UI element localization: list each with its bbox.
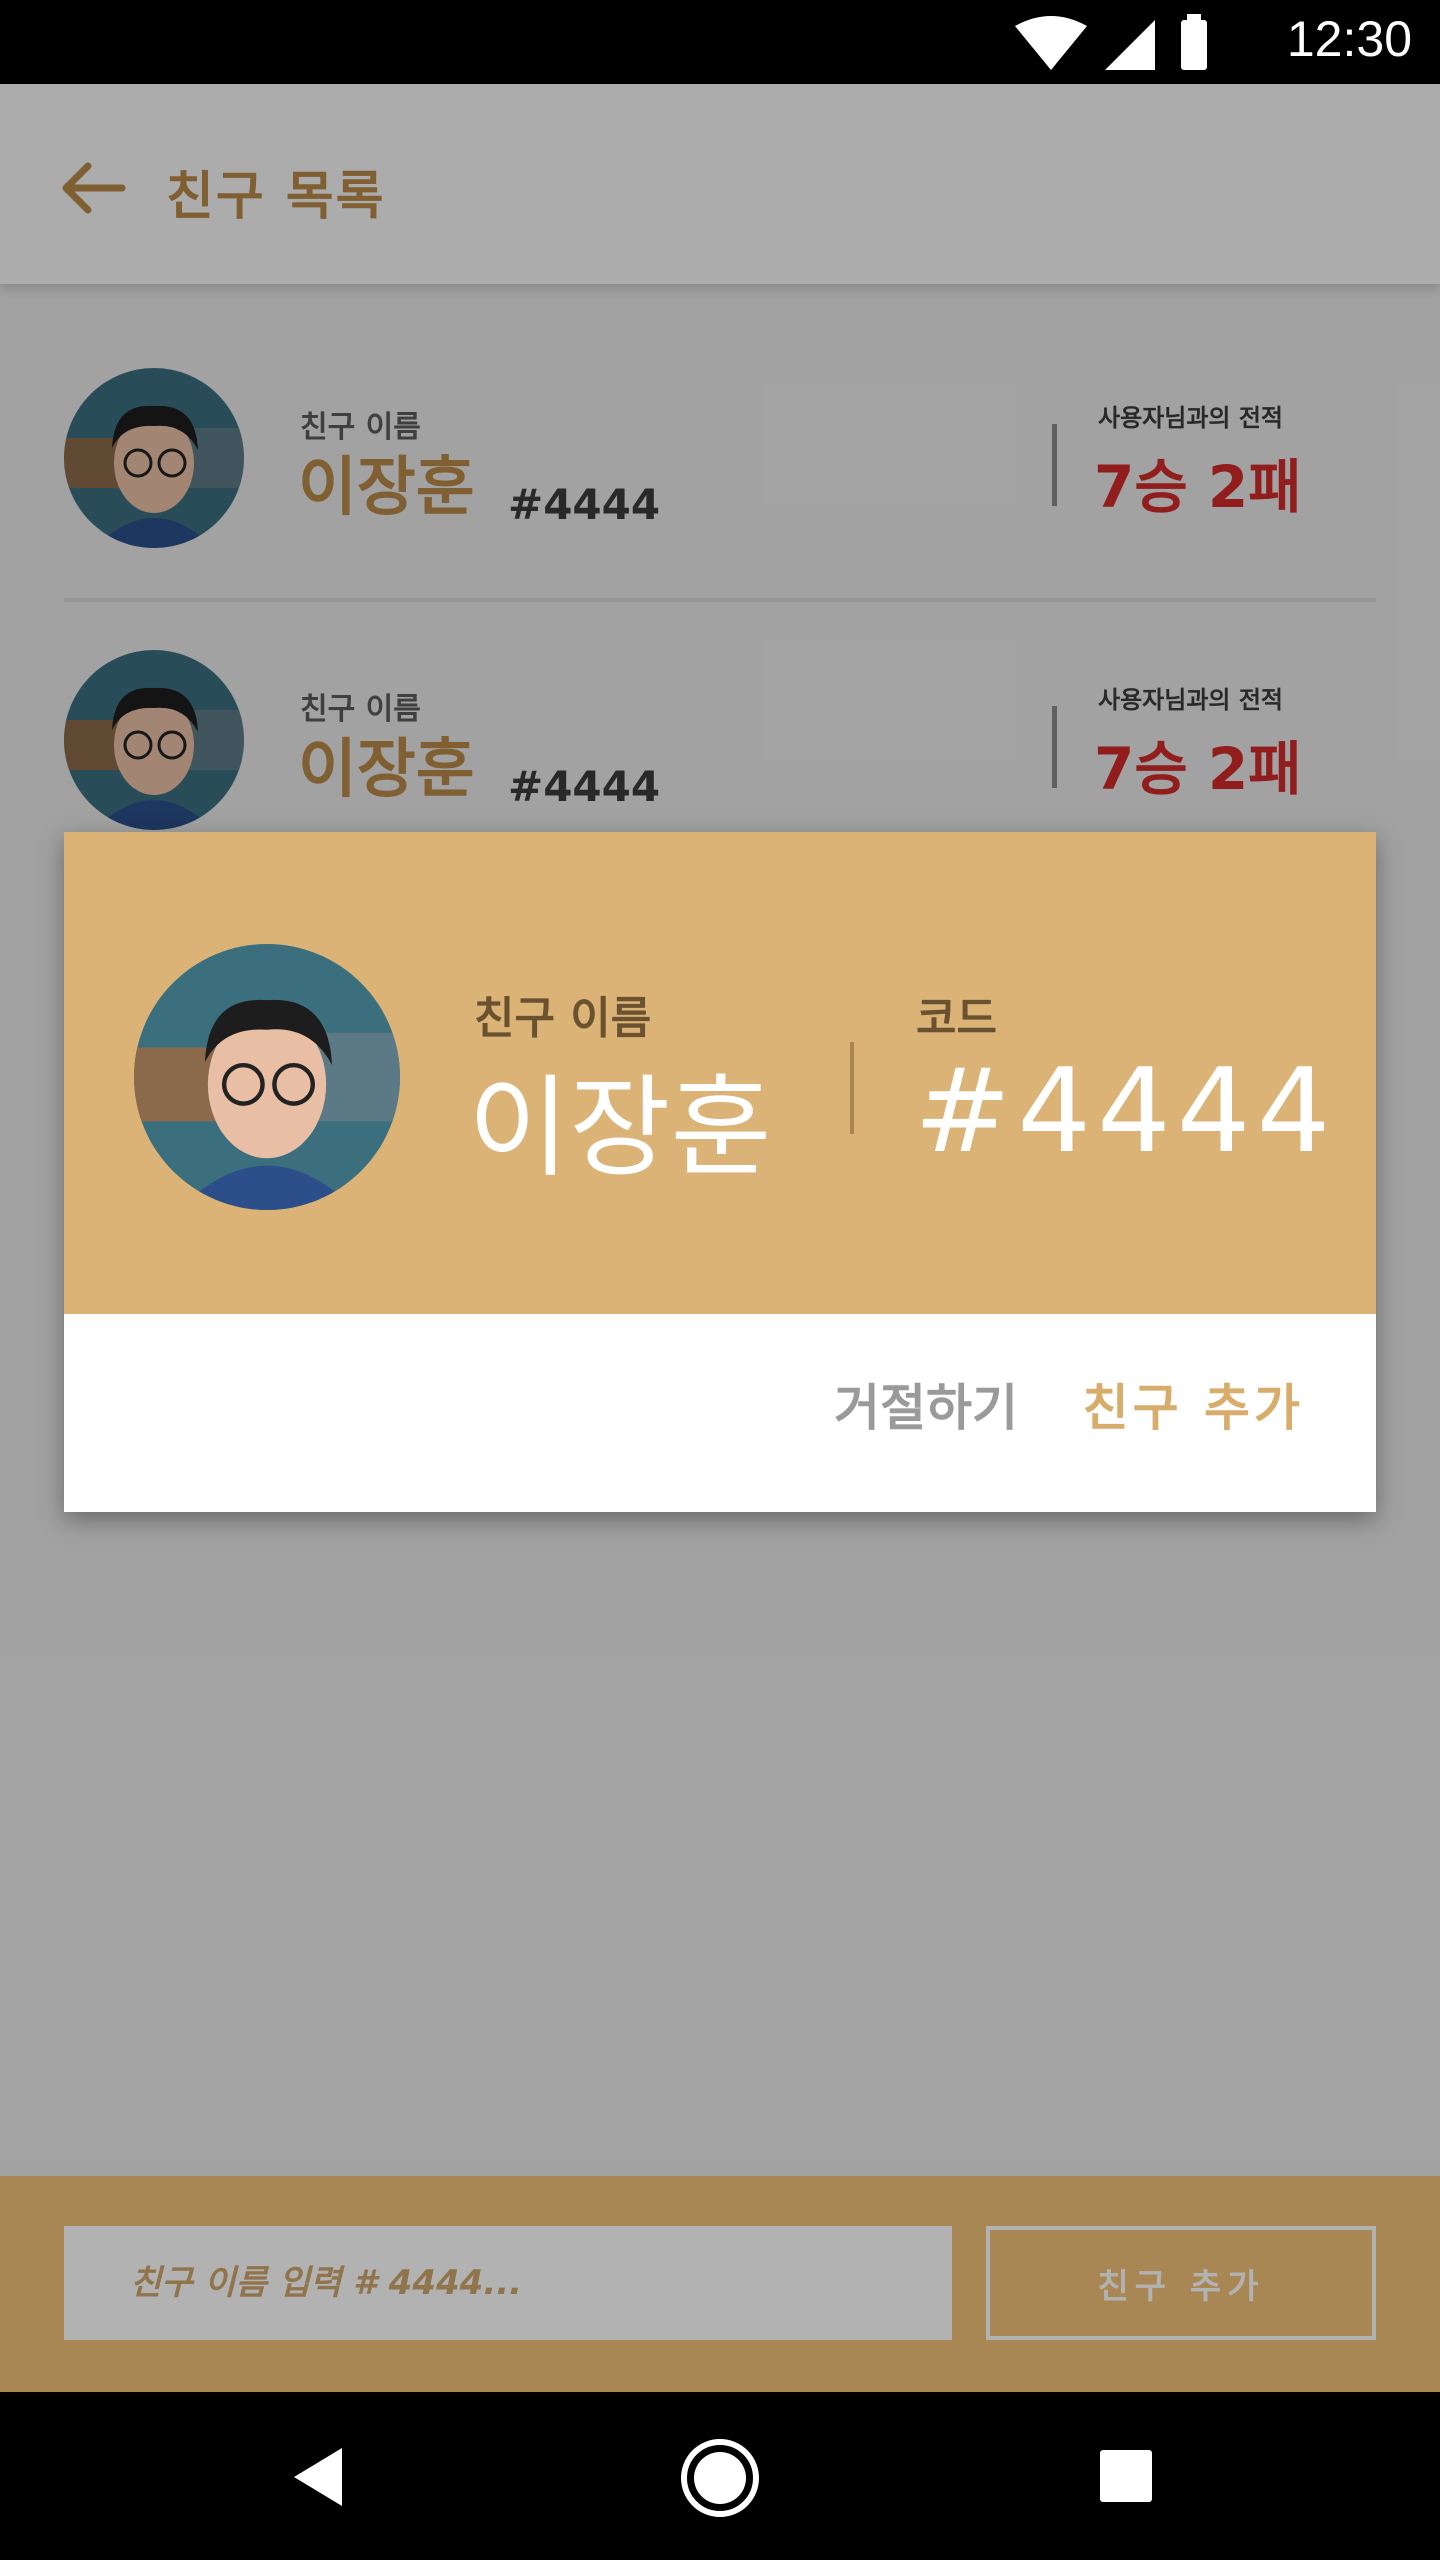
accept-friend-button[interactable]: 친구 추가: [1083, 1368, 1304, 1440]
dialog-code-label: 코드: [916, 993, 997, 1044]
friend-request-dialog: 친구 이름 이장훈 코드 #4444 거절하기 친구 추가: [64, 832, 1376, 1512]
recents-square-icon[interactable]: [1098, 2448, 1154, 2504]
back-triangle-icon[interactable]: [290, 2446, 346, 2508]
battery-icon: [1181, 20, 1207, 70]
status-bar: 12:30: [0, 0, 1440, 84]
status-icons: [1015, 14, 1207, 70]
status-time: 12:30: [1286, 11, 1412, 67]
signal-icon: [1105, 20, 1155, 70]
dialog-friend-code: #4444: [914, 1044, 1337, 1179]
reject-button[interactable]: 거절하기: [834, 1368, 1018, 1440]
dialog-avatar: [134, 944, 400, 1210]
wifi-icon: [1015, 16, 1087, 70]
home-circle-icon[interactable]: [678, 2436, 762, 2520]
dialog-header: 친구 이름 이장훈 코드 #4444: [64, 832, 1376, 1314]
dialog-name-label: 친구 이름: [474, 993, 652, 1044]
nav-bar: [0, 2392, 1440, 2560]
dialog-friend-name: 이장훈: [468, 1064, 772, 1192]
dialog-divider: [850, 1042, 854, 1134]
